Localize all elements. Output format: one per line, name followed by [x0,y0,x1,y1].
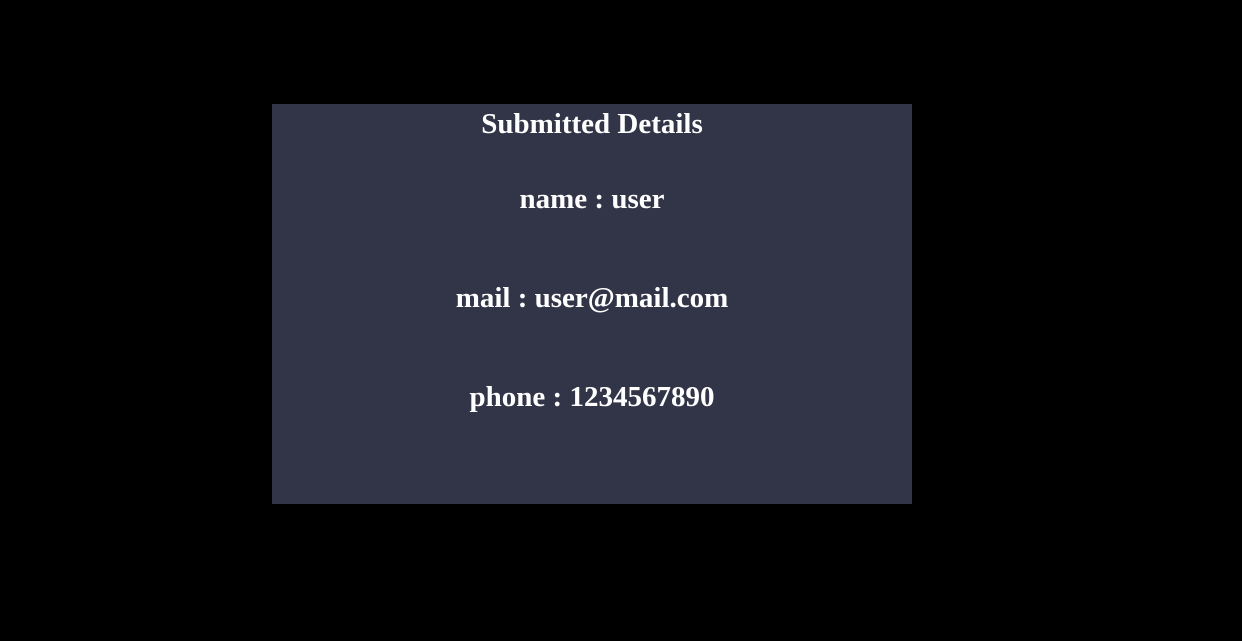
card-title: Submitted Details [481,108,703,140]
detail-phone: phone : 1234567890 [469,381,715,413]
detail-mail: mail : user@mail.com [455,282,729,314]
detail-name: name : user [519,183,665,215]
submitted-details-card: Submitted Details name : user mail : use… [272,104,912,504]
page: Submitted Details name : user mail : use… [0,0,1242,641]
